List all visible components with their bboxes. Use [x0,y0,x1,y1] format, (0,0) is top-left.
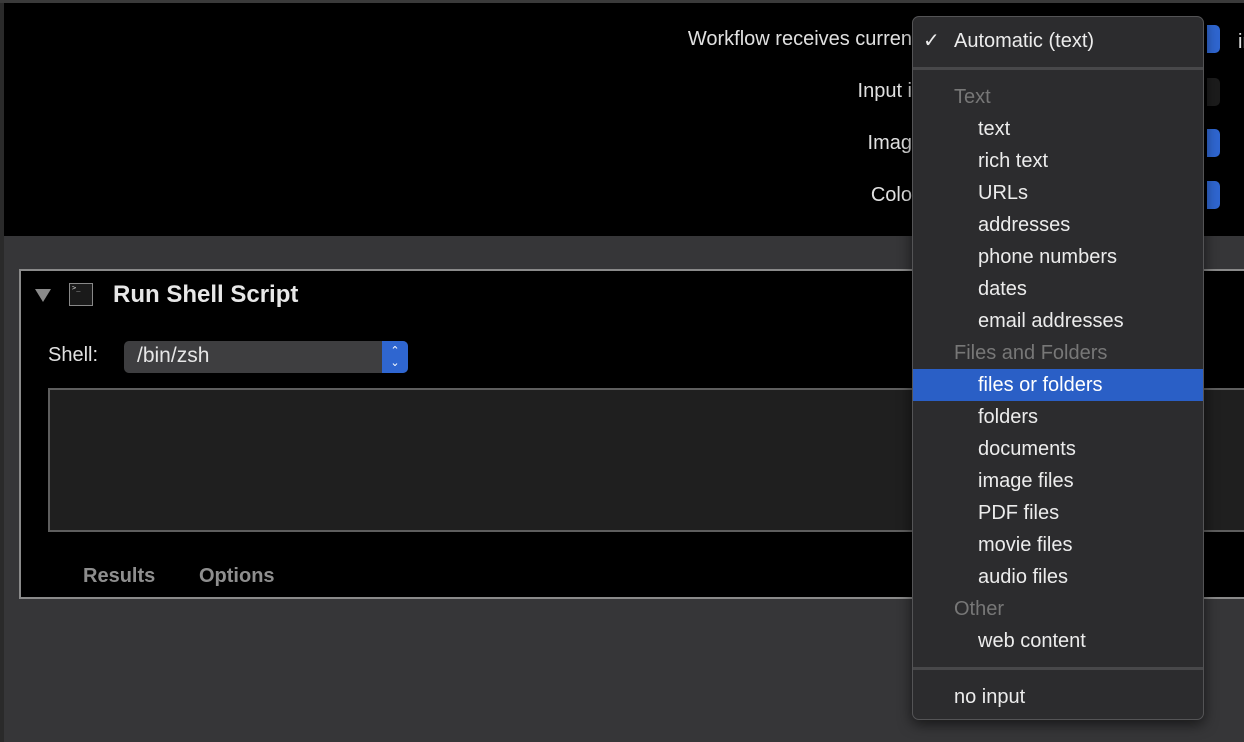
input-type-menu: ✓ Automatic (text) Text text rich text U… [912,16,1204,720]
color-popup-arrow[interactable] [1207,181,1220,209]
terminal-icon: >_ [69,283,93,306]
menu-item-no-input[interactable]: no input [913,681,1203,713]
disclosure-triangle-icon[interactable] [35,289,51,302]
menu-header-other: Other [954,598,1005,620]
menu-item-folders[interactable]: folders [913,401,1203,433]
menu-item-rich-text[interactable]: rich text [913,145,1203,177]
menu-item-addresses[interactable]: addresses [913,209,1203,241]
menu-header-text: Text [954,86,991,108]
shell-popup[interactable]: /bin/zsh ⌃ ⌄ [124,341,408,373]
workflow-receives-label: Workflow receives curren [687,28,912,50]
menu-item-dates[interactable]: dates [913,273,1203,305]
shell-value: /bin/zsh [137,344,210,367]
chevron-updown-icon: ⌃ ⌄ [382,341,408,373]
in-label: in [1238,31,1244,53]
shell-label: Shell: [48,344,99,366]
image-label: Imag [867,132,912,154]
action-title: Run Shell Script [113,281,299,308]
input-is-label: Input i [857,80,912,102]
menu-item-email-addresses[interactable]: email addresses [913,305,1203,337]
menu-header-files-and-folders: Files and Folders [954,342,1108,364]
checkmark-icon: ✓ [923,30,940,52]
menu-item-pdf-files[interactable]: PDF files [913,497,1203,529]
menu-item-movie-files[interactable]: movie files [913,529,1203,561]
input-is-popup-arrow [1207,78,1220,106]
workflow-receives-popup-arrow[interactable] [1207,25,1220,53]
tab-options[interactable]: Options [199,565,275,588]
menu-separator [913,67,1203,70]
menu-item-documents[interactable]: documents [913,433,1203,465]
terminal-glyph: >_ [72,284,81,292]
menu-item-urls[interactable]: URLs [913,177,1203,209]
menu-item-web-content[interactable]: web content [913,625,1203,657]
menu-item-image-files[interactable]: image files [913,465,1203,497]
menu-item-text[interactable]: text [913,113,1203,145]
image-popup-arrow[interactable] [1207,129,1220,157]
menu-item-phone-numbers[interactable]: phone numbers [913,241,1203,273]
tab-results[interactable]: Results [83,565,155,588]
menu-item-label: Automatic (text) [954,30,1095,52]
menu-separator [913,667,1203,670]
menu-item-automatic-text[interactable]: ✓ Automatic (text) [913,25,1203,57]
color-label: Colo [870,184,912,206]
menu-item-files-or-folders[interactable]: files or folders [913,369,1203,401]
menu-item-audio-files[interactable]: audio files [913,561,1203,593]
